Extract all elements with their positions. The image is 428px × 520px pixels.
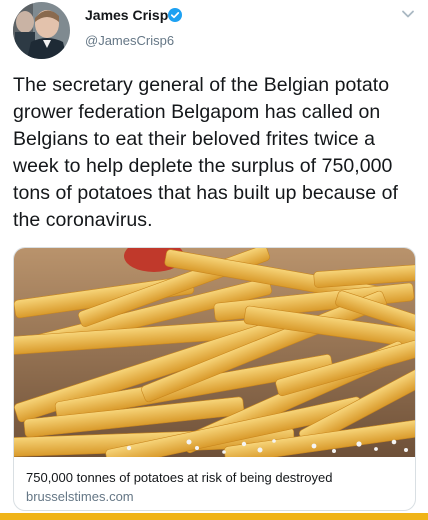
author-name[interactable]: James Crisp <box>85 7 168 23</box>
card-domain[interactable]: brusselstimes.com <box>26 489 134 504</box>
card-title[interactable]: 750,000 tonnes of potatoes at risk of be… <box>26 470 332 485</box>
tweet-text: The secretary general of the Belgian pot… <box>13 74 398 231</box>
bottom-strip <box>0 513 428 520</box>
link-card[interactable]: 750,000 tonnes of potatoes at risk of be… <box>13 247 416 511</box>
author-handle[interactable]: @JamesCrisp6 <box>85 33 174 48</box>
tweet: James Crisp @JamesCrisp6 The secretary g… <box>0 0 428 520</box>
avatar[interactable] <box>13 2 70 59</box>
chevron-down-icon[interactable] <box>401 9 415 19</box>
card-image <box>14 248 415 468</box>
verified-badge-icon <box>168 8 182 22</box>
